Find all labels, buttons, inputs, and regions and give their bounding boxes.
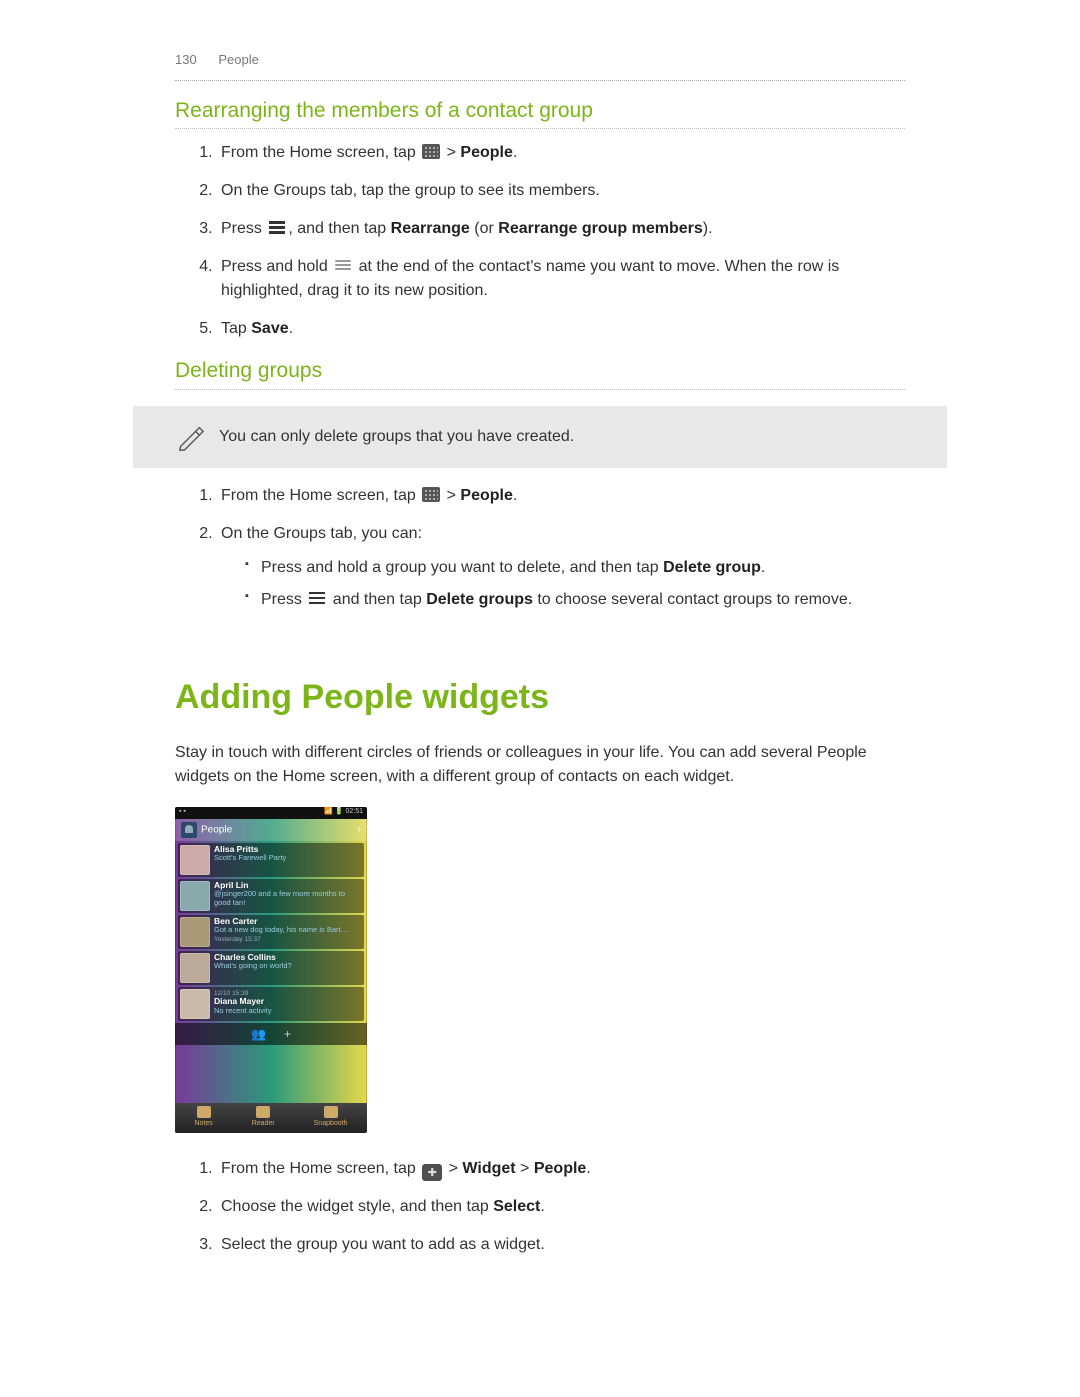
list-item: Charles Collins What's going on world? — [178, 951, 364, 985]
deleting-substeps: Press and hold a group you want to delet… — [221, 556, 905, 612]
header-section: People — [218, 52, 258, 67]
step: Select the group you want to add as a wi… — [217, 1233, 905, 1257]
note-text: You can only delete groups that you have… — [219, 425, 574, 449]
dock-item: Snapbooth — [314, 1106, 348, 1130]
menu-icon — [268, 220, 286, 235]
step: Press and hold at the end of the contact… — [217, 255, 905, 303]
list-item: April Lin @jsinger200 and a few more mon… — [178, 879, 364, 913]
adding-steps: From the Home screen, tap > Widget > Peo… — [175, 1157, 905, 1257]
list-item: Alisa Pritts Scott's Farewell Party — [178, 843, 364, 877]
heading-adding-widgets: Adding People widgets — [175, 672, 905, 723]
avatar — [180, 953, 210, 983]
step: Press , and then tap Rearrange (or Rearr… — [217, 217, 905, 241]
step: Choose the widget style, and then tap Se… — [217, 1195, 905, 1219]
dock-item: Notes — [194, 1106, 212, 1130]
step: From the Home screen, tap > People. — [217, 484, 905, 508]
widget-bottom-bar: 👥 + — [175, 1023, 367, 1045]
list-item: 12/10 15:39 Diana Mayer No recent activi… — [178, 987, 364, 1021]
pencil-icon — [175, 422, 205, 452]
menu-icon — [308, 591, 326, 606]
page-header: 130 People — [175, 50, 905, 70]
plus-icon: + — [284, 1025, 291, 1043]
phone-screenshot: ▪ ▪ 02:51 People › Alisa Pritts Scott's … — [175, 807, 367, 1133]
heading-deleting: Deleting groups — [175, 355, 905, 390]
group-icon: 👥 — [251, 1025, 266, 1043]
avatar — [180, 845, 210, 875]
step: Tap Save. — [217, 317, 905, 341]
step: From the Home screen, tap > People. — [217, 141, 905, 165]
list-item: Ben Carter Got a new dog today, his name… — [178, 915, 364, 949]
phone-status-bar: ▪ ▪ 02:51 — [175, 807, 367, 819]
intro-paragraph: Stay in touch with different circles of … — [175, 741, 905, 789]
people-avatar-icon — [181, 822, 197, 838]
apps-icon — [422, 487, 440, 502]
deleting-steps: From the Home screen, tap > People. On t… — [175, 484, 905, 612]
heading-rearranging: Rearranging the members of a contact gro… — [175, 95, 905, 130]
drag-handle-icon — [334, 258, 352, 273]
step: On the Groups tab, you can: Press and ho… — [217, 522, 905, 612]
add-to-home-icon — [422, 1164, 442, 1181]
chevron-right-icon: › — [358, 822, 361, 837]
widget-title-bar: People › — [175, 819, 367, 841]
dock-item: Reader — [252, 1106, 275, 1130]
avatar — [180, 881, 210, 911]
page-number: 130 — [175, 52, 197, 67]
note-box: You can only delete groups that you have… — [133, 406, 947, 468]
sub-item: Press and then tap Delete groups to choo… — [247, 588, 905, 612]
avatar — [180, 917, 210, 947]
step: On the Groups tab, tap the group to see … — [217, 179, 905, 203]
phone-dock: Notes Reader Snapbooth — [175, 1103, 367, 1133]
avatar — [180, 989, 210, 1019]
header-divider — [175, 80, 905, 81]
apps-icon — [422, 144, 440, 159]
rearranging-steps: From the Home screen, tap > People. On t… — [175, 141, 905, 341]
sub-item: Press and hold a group you want to delet… — [247, 556, 905, 580]
step: From the Home screen, tap > Widget > Peo… — [217, 1157, 905, 1181]
widget-contact-list: Alisa Pritts Scott's Farewell Party Apri… — [175, 841, 367, 1021]
